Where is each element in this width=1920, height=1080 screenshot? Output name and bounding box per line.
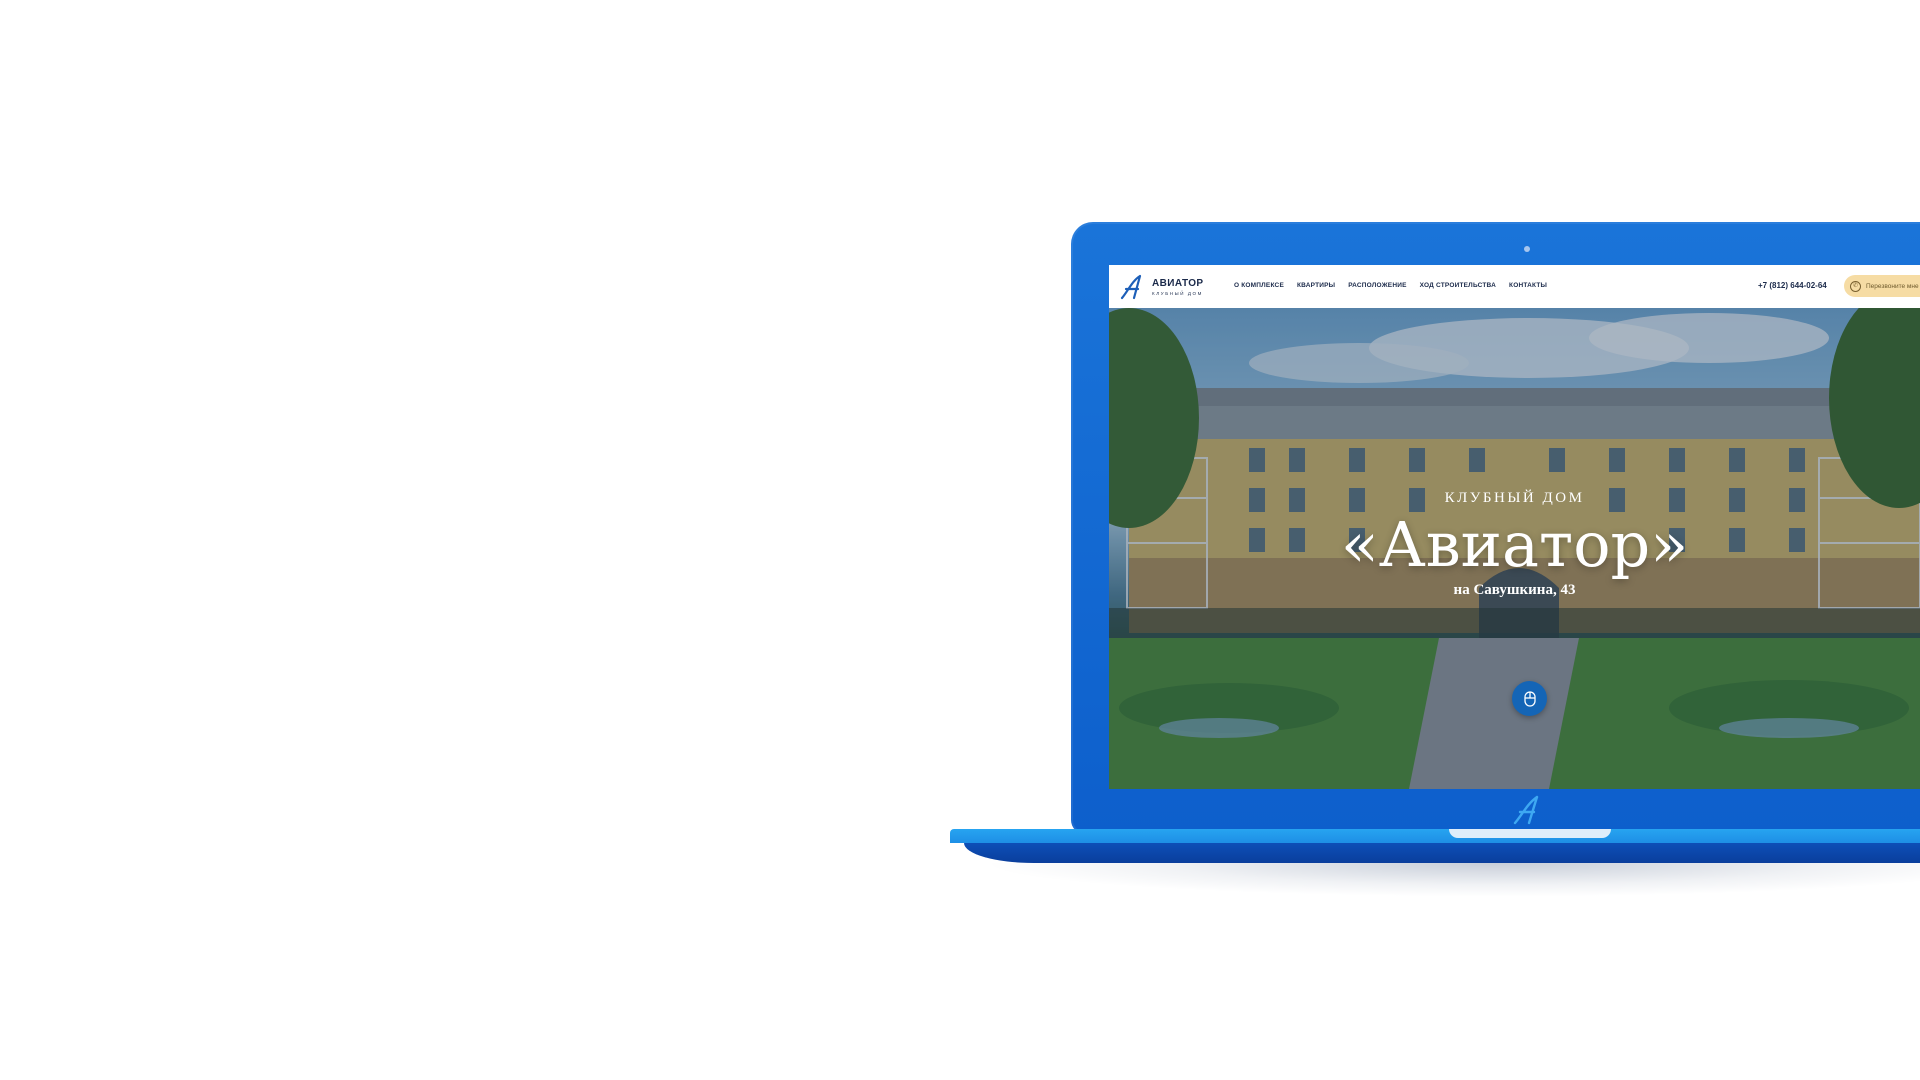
hero-address: на Савушкина, 43 [1453,582,1576,598]
hero-section: КЛУБНЫЙ ДОМ «Авиатор» на Савушкина, 43 [1109,308,1920,789]
logo-a-icon [1120,274,1142,300]
site-logo[interactable]: АВИАТОР КЛУБНЫЙ ДОМ [1118,273,1208,301]
nav-item-contacts[interactable]: КОНТАКТЫ [1509,282,1547,289]
logo-subtitle: КЛУБНЫЙ ДОМ [1152,291,1204,296]
laptop-base-notch [1449,829,1611,838]
laptop-camera [1524,246,1530,252]
hero-kicker: КЛУБНЫЙ ДОМ [1444,490,1585,506]
laptop-shadow [980,863,1920,897]
logo-wordmark: АВИАТОР [1152,278,1204,289]
laptop-base-top [950,829,1920,843]
laptop-logo-icon [1513,795,1539,825]
main-nav: О КОМПЛЕКСЕ КВАРТИРЫ РАСПОЛОЖЕНИЕ ХОД СТ… [1234,282,1547,289]
nav-item-about[interactable]: О КОМПЛЕКСЕ [1234,282,1284,289]
callback-label: Перезвоните мне [1866,282,1919,290]
callback-button[interactable]: ✆ Перезвоните мне [1844,275,1920,297]
nav-item-apartments[interactable]: КВАРТИРЫ [1297,282,1335,289]
laptop-screen: АВИАТОР КЛУБНЫЙ ДОМ О КОМПЛЕКСЕ КВАРТИРЫ… [1109,265,1920,789]
hero-title: «Авиатор» [1340,508,1689,581]
header-phone[interactable]: +7 (812) 644-02-64 [1758,281,1827,290]
scroll-down-button[interactable] [1512,681,1547,716]
site-header: АВИАТОР КЛУБНЫЙ ДОМ О КОМПЛЕКСЕ КВАРТИРЫ… [1109,265,1920,308]
nav-item-location[interactable]: РАСПОЛОЖЕНИЕ [1348,282,1406,289]
mouse-icon [1523,690,1536,707]
nav-item-construction[interactable]: ХОД СТРОИТЕЛЬСТВА [1420,282,1496,289]
phone-icon: ✆ [1850,280,1861,292]
laptop-base-bottom [964,843,1920,863]
